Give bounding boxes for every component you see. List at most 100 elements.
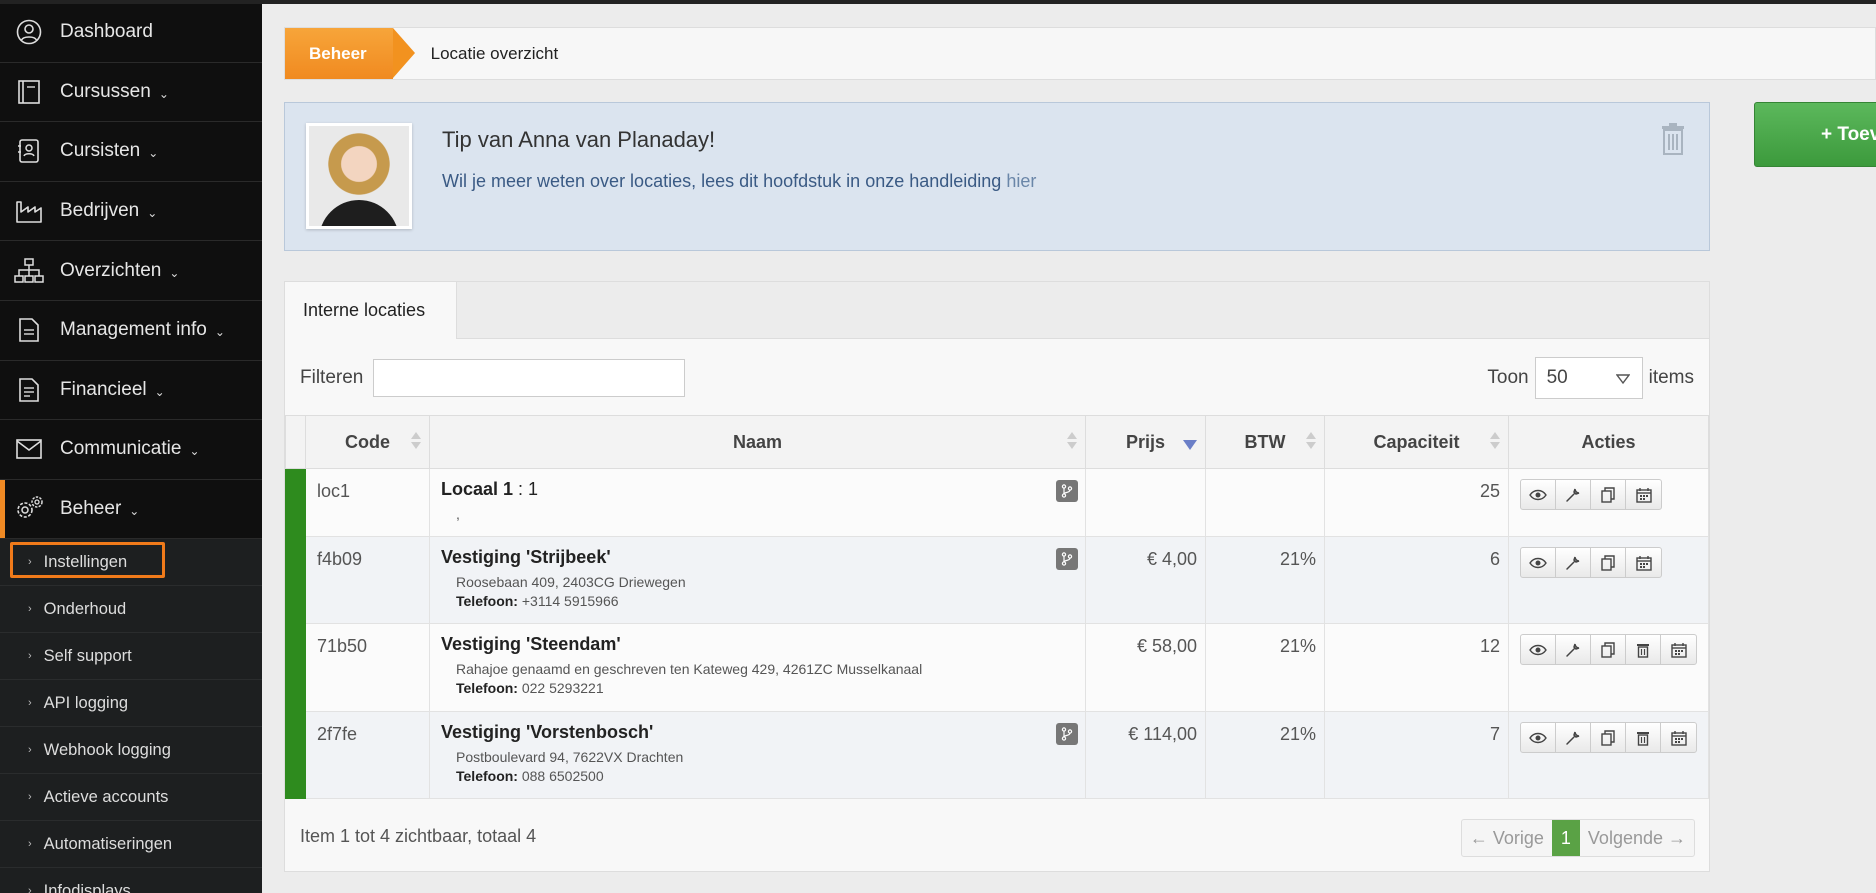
table-row[interactable]: loc1 Locaal 1 : 1, 25 bbox=[285, 468, 1709, 537]
view-eye-icon[interactable] bbox=[1521, 635, 1556, 664]
header-capaciteit[interactable]: Capaciteit bbox=[1324, 415, 1509, 469]
header-naam[interactable]: Naam bbox=[429, 415, 1086, 469]
submenu-item-label: Self support bbox=[43, 646, 132, 665]
sidebar-item-beheer[interactable]: Beheer ⌄ bbox=[0, 479, 262, 540]
cell-capaciteit: 6 bbox=[1324, 536, 1509, 624]
chevron-down-icon: ⌄ bbox=[158, 86, 169, 101]
cell-code: loc1 bbox=[305, 468, 430, 537]
chevron-down-icon: ⌄ bbox=[129, 504, 140, 519]
calendar-icon[interactable] bbox=[1626, 548, 1661, 577]
submenu-item-onderhoud[interactable]: › Onderhoud bbox=[0, 586, 262, 634]
tip-text: Wil je meer weten over locaties, lees di… bbox=[442, 171, 1036, 192]
branch-icon[interactable] bbox=[1056, 548, 1078, 570]
chevron-down-icon: ⌄ bbox=[189, 444, 200, 459]
location-address: Roosebaan 409, 2403CG Driewegen bbox=[456, 574, 686, 590]
panel-tabs: Interne locaties bbox=[285, 282, 1709, 339]
sidebar: Dashboard Cursussen ⌄ Cursisten ⌄ Bedrijven ⌄ O… bbox=[0, 0, 262, 893]
copy-icon[interactable] bbox=[1591, 548, 1626, 577]
tab-interne-locaties[interactable]: Interne locaties bbox=[285, 282, 457, 339]
sidebar-item-label: Overzichten bbox=[60, 259, 162, 281]
page-size-select[interactable]: 50 bbox=[1534, 357, 1643, 399]
phone-label: Telefoon: bbox=[456, 768, 518, 784]
cell-naam: Vestiging 'Steendam' Rahajoe genaamd en g… bbox=[429, 623, 1086, 712]
sidebar-item-label: Beheer bbox=[60, 498, 122, 520]
calendar-icon[interactable] bbox=[1626, 480, 1661, 509]
branch-icon[interactable] bbox=[1056, 480, 1078, 502]
calendar-icon[interactable] bbox=[1661, 635, 1696, 664]
breadcrumb: Beheer Locatie overzicht bbox=[284, 27, 1876, 80]
branch-icon[interactable] bbox=[1056, 723, 1078, 745]
header-capaciteit-label: Capaciteit bbox=[1373, 431, 1460, 452]
submenu-item-api-logging[interactable]: › API logging bbox=[0, 680, 262, 728]
copy-icon[interactable] bbox=[1591, 480, 1626, 509]
header-prijs[interactable]: Prijs bbox=[1085, 415, 1206, 469]
edit-wrench-icon[interactable] bbox=[1556, 635, 1591, 664]
view-eye-icon[interactable] bbox=[1521, 480, 1556, 509]
submenu-item-automatiseringen[interactable]: › Automatiseringen bbox=[0, 821, 262, 869]
cell-naam: Vestiging 'Strijbeek' Roosebaan 409, 2403… bbox=[429, 536, 1086, 624]
chevron-right-icon: › bbox=[28, 885, 32, 893]
location-phone: Telefoon: 088 6502500 bbox=[456, 768, 1075, 784]
chevron-right-icon: › bbox=[28, 650, 32, 663]
submenu-item-instellingen[interactable]: › Instellingen bbox=[0, 539, 262, 587]
sidebar-item-dashboard[interactable]: Dashboard bbox=[0, 3, 262, 63]
sidebar-item-cursussen[interactable]: Cursussen ⌄ bbox=[0, 63, 262, 123]
edit-wrench-icon[interactable] bbox=[1556, 480, 1591, 509]
chevron-right-icon: › bbox=[28, 838, 32, 851]
submenu-item-infodisplays[interactable]: › Infodisplays bbox=[0, 868, 262, 893]
submenu-item-label: Actieve accounts bbox=[43, 787, 169, 806]
copy-icon[interactable] bbox=[1591, 723, 1626, 752]
dismiss-tip-trash-icon[interactable] bbox=[1659, 123, 1687, 155]
current-page-button[interactable]: 1 bbox=[1551, 820, 1580, 856]
add-location-button[interactable]: + Toev bbox=[1754, 102, 1876, 167]
location-title[interactable]: Vestiging 'Steendam' bbox=[441, 634, 1075, 655]
cell-capaciteit: 12 bbox=[1324, 623, 1509, 712]
table-row[interactable]: 2f7fe Vestiging 'Vorstenbosch' Postbouleva… bbox=[285, 711, 1709, 799]
sidebar-item-communicatie[interactable]: Communicatie ⌄ bbox=[0, 420, 262, 480]
phone-label: Telefoon: bbox=[456, 680, 518, 696]
table-row[interactable]: f4b09 Vestiging 'Strijbeek' Roosebaan 409,… bbox=[285, 536, 1709, 624]
view-eye-icon[interactable] bbox=[1521, 723, 1556, 752]
status-strip bbox=[285, 536, 306, 624]
filter-row: Filteren Toon 50 items bbox=[300, 357, 1694, 399]
table-row[interactable]: 71b50 Vestiging 'Steendam' Rahajoe genaamd… bbox=[285, 623, 1709, 712]
breadcrumb-home[interactable]: Beheer bbox=[285, 28, 415, 79]
location-name: Vestiging 'Steendam' bbox=[441, 634, 621, 654]
edit-wrench-icon[interactable] bbox=[1556, 723, 1591, 752]
toon-label: Toon bbox=[1487, 367, 1529, 388]
header-code[interactable]: Code bbox=[305, 415, 430, 469]
location-title[interactable]: Vestiging 'Strijbeek' bbox=[441, 547, 1075, 568]
sidebar-item-bedrijven[interactable]: Bedrijven ⌄ bbox=[0, 182, 262, 242]
submenu-item-actieve-accounts[interactable]: › Actieve accounts bbox=[0, 774, 262, 822]
tip-link[interactable]: hier bbox=[1006, 171, 1036, 191]
calendar-icon[interactable] bbox=[1661, 723, 1696, 752]
sidebar-item-financieel[interactable]: Financieel ⌄ bbox=[0, 361, 262, 421]
edit-wrench-icon[interactable] bbox=[1556, 548, 1591, 577]
chevron-right-icon: › bbox=[28, 603, 32, 616]
filter-input[interactable] bbox=[373, 359, 686, 397]
header-btw[interactable]: BTW bbox=[1205, 415, 1325, 469]
action-buttons bbox=[1520, 479, 1662, 510]
phone-number: +3114 5915966 bbox=[521, 593, 619, 609]
location-name: Locaal 1 bbox=[441, 479, 514, 499]
cell-code: 71b50 bbox=[305, 623, 430, 712]
location-title[interactable]: Vestiging 'Vorstenbosch' bbox=[441, 722, 1075, 743]
next-page-button[interactable]: Volgende → bbox=[1580, 820, 1694, 856]
phone-label: Telefoon: bbox=[456, 593, 518, 609]
cell-capaciteit: 7 bbox=[1324, 711, 1509, 799]
sidebar-item-cursisten[interactable]: Cursisten ⌄ bbox=[0, 122, 262, 182]
dropdown-triangle-icon bbox=[1615, 374, 1630, 385]
submenu-item-self-support[interactable]: › Self support bbox=[0, 633, 262, 681]
location-title[interactable]: Locaal 1 : 1 bbox=[441, 479, 1075, 500]
header-naam-label: Naam bbox=[732, 431, 783, 452]
delete-trash-icon[interactable] bbox=[1626, 723, 1661, 752]
location-phone: Telefoon: +3114 5915966 bbox=[456, 593, 1075, 609]
status-strip bbox=[285, 711, 306, 799]
prev-page-button[interactable]: ← Vorige bbox=[1462, 820, 1552, 856]
delete-trash-icon[interactable] bbox=[1626, 635, 1661, 664]
submenu-item-webhook-logging[interactable]: › Webhook logging bbox=[0, 727, 262, 775]
sidebar-item-management-info[interactable]: Management info ⌄ bbox=[0, 301, 262, 361]
view-eye-icon[interactable] bbox=[1521, 548, 1556, 577]
copy-icon[interactable] bbox=[1591, 635, 1626, 664]
sidebar-item-overzichten[interactable]: Overzichten ⌄ bbox=[0, 241, 262, 301]
